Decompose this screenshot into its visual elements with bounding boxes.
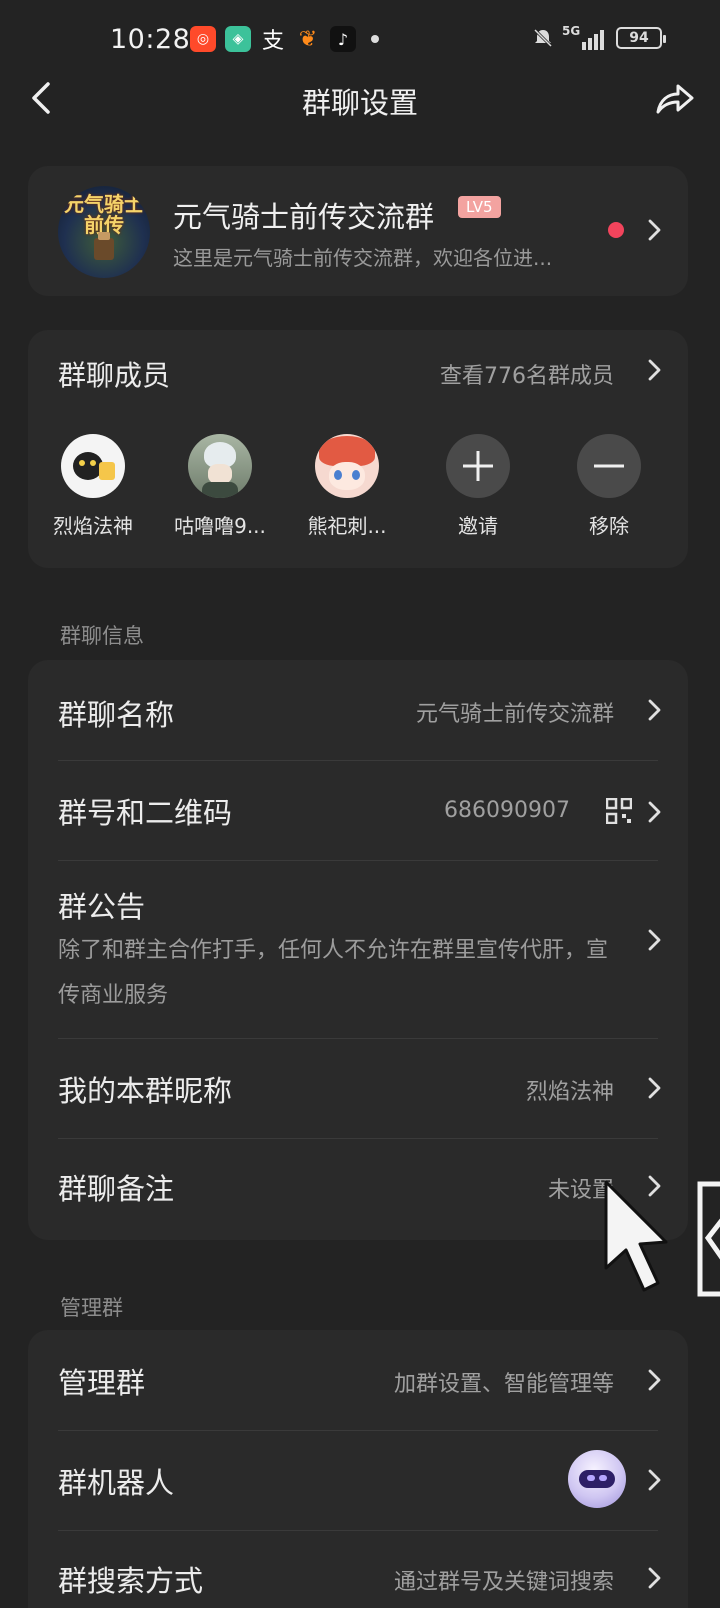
member-name: 咕噜噜9... [174,514,266,538]
group-level-badge: LV5 [458,196,501,218]
system-status: 5G 94 [532,24,666,50]
chevron-right-icon [644,1564,664,1592]
invite-label: 邀请 [458,514,498,538]
row-value: 通过群号及关键词搜索 [393,1570,614,1595]
group-members-card: 群聊成员 查看776名群成员 烈焰法神 咕噜噜9... 熊祀刺... 邀请 移除 [28,330,688,568]
group-profile-card[interactable]: 元气骑士 前传 元气骑士前传交流群 LV5 这里是元气骑士前传交流群，欢迎各位进… [28,166,688,296]
unread-dot [608,222,624,238]
member-item[interactable]: 咕噜噜9... [165,434,275,539]
row-manage-group[interactable]: 管理群 加群设置、智能管理等 [28,1330,688,1430]
row-value: 烈焰法神 [525,1080,614,1105]
chevron-right-icon[interactable] [644,356,664,384]
row-group-search-method[interactable]: 群搜索方式 通过群号及关键词搜索 [28,1530,688,1608]
manage-card: 管理群 加群设置、智能管理等 群机器人 群搜索方式 通过群号及关键词搜索 [28,1330,688,1608]
group-avatar-logo: 元气骑士 前传 [64,192,144,237]
row-title: 群聊名称 [58,698,175,732]
chevron-right-icon [644,696,664,724]
row-group-notice[interactable]: 群公告 除了和群主合作打手，任何人不允许在群里宣传代肝，宣传商业服务 [28,860,688,1038]
row-title: 群号和二维码 [58,796,233,830]
member-avatar [315,434,379,498]
edge-handle-icon [697,1181,720,1297]
taobao-icon: ❦ [298,26,318,52]
group-avatar[interactable]: 元气骑士 前传 [58,186,150,278]
chevron-right-icon [644,216,664,244]
chevron-right-icon [644,1466,664,1494]
view-all-members-link[interactable]: 查看776名群成员 [440,358,614,390]
chevron-right-icon [644,798,664,826]
chevron-right-icon [644,1366,664,1394]
mouse-pointer-icon [604,1180,668,1292]
tiktok-icon: ♪ [330,26,356,52]
alipay-icon: 支 [261,29,284,54]
section-label-group-info: 群聊信息 [60,624,144,648]
chevron-right-icon [644,1074,664,1102]
chevron-right-icon [644,926,664,954]
remove-label: 移除 [589,514,629,538]
battery-icon: 94 [616,27,666,49]
notice-text: 除了和群主合作打手，任何人不允许在群里宣传代肝，宣传商业服务 [58,938,609,1008]
mute-bell-icon [533,28,553,48]
group-description: 这里是元气骑士前传交流群，欢迎各位进... [173,246,553,270]
shield-app-icon: ◈ [225,26,251,52]
row-my-nickname[interactable]: 我的本群昵称 烈焰法神 [28,1038,688,1138]
invite-button[interactable]: 邀请 [423,434,533,539]
minus-icon [577,434,641,498]
row-title: 群聊备注 [58,1172,175,1206]
status-time: 10:28 [110,24,191,55]
row-value: 加群设置、智能管理等 [393,1372,614,1397]
row-title: 群公告 [58,890,146,924]
section-label-manage: 管理群 [60,1296,123,1320]
qr-code-icon [605,797,633,825]
robot-avatar-icon [568,1450,626,1508]
member-item[interactable]: 烈焰法神 [38,434,148,539]
row-group-id-qr[interactable]: 群号和二维码 686090907 [28,760,688,860]
xiaohongshu-icon: ◎ [190,26,216,52]
row-group-remark[interactable]: 群聊备注 未设置 [28,1138,688,1238]
member-avatar [188,434,252,498]
notification-icons: ◎ ◈ 支 ❦ ♪ [190,26,379,54]
members-title: 群聊成员 [58,359,171,392]
remove-button[interactable]: 移除 [554,434,664,539]
battery-level: 94 [629,30,649,46]
plus-icon [446,434,510,498]
page-title: 群聊设置 [301,86,418,120]
nav-header: 群聊设置 [0,64,720,134]
row-title: 我的本群昵称 [58,1074,233,1108]
share-button[interactable] [652,76,696,120]
notification-dot-icon [371,35,379,43]
signal-5g-icon: 5G [562,24,608,50]
row-value: 元气骑士前传交流群 [415,702,614,727]
row-title: 管理群 [58,1366,146,1400]
group-info-card: 群聊名称 元气骑士前传交流群 群号和二维码 686090907 群公告 除了和群… [28,660,688,1240]
member-item[interactable]: 熊祀刺... [292,434,402,539]
row-title: 群搜索方式 [58,1564,204,1598]
group-id-value: 686090907 [444,798,570,823]
row-group-robot[interactable]: 群机器人 [28,1430,688,1530]
member-name: 烈焰法神 [53,514,133,538]
signal-label: 5G [562,24,581,38]
share-icon [656,84,694,114]
row-group-name[interactable]: 群聊名称 元气骑士前传交流群 [28,660,688,760]
status-bar: 10:28 ◎ ◈ 支 ❦ ♪ 5G 94 [0,0,720,64]
group-name: 元气骑士前传交流群 [173,200,435,234]
member-avatar [61,434,125,498]
row-title: 群机器人 [58,1466,175,1500]
member-name: 熊祀刺... [307,514,387,538]
